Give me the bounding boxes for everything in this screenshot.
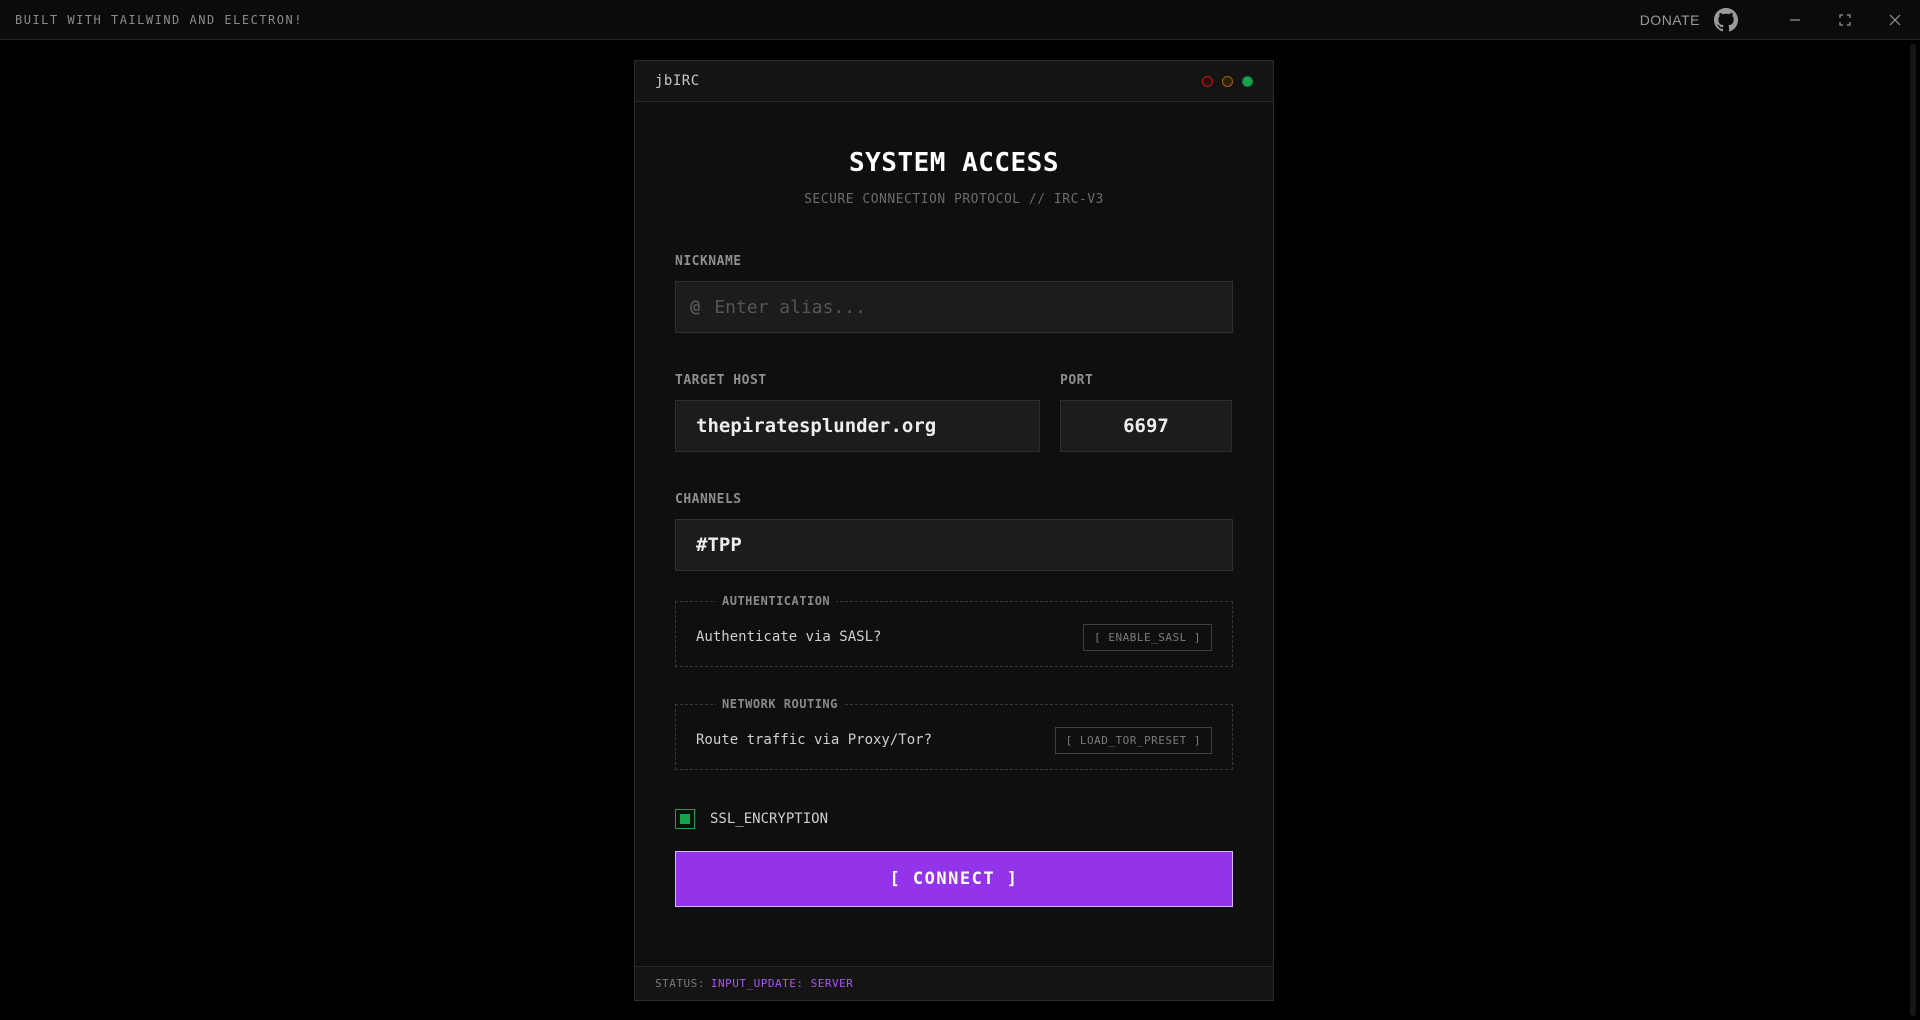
ssl-checkbox[interactable]: [675, 809, 695, 829]
load-tor-preset-button[interactable]: [ LOAD_TOR_PRESET ]: [1054, 726, 1212, 754]
window-title: jbIRC: [655, 73, 700, 89]
enable-sasl-button[interactable]: [ ENABLE_SASL ]: [1083, 623, 1212, 651]
brand-text: BUILT WITH TAILWIND AND ELECTRON!: [15, 12, 303, 27]
connect-wrap: [ CONNECT ]: [675, 851, 1233, 907]
auth-section: AUTHENTICATION Authenticate via SASL? [ …: [675, 594, 1233, 667]
routing-text: Route traffic via Proxy/Tor?: [696, 732, 933, 748]
green-dot-icon: [1242, 75, 1253, 87]
status-key: STATUS:: [655, 977, 705, 990]
port-label: PORT: [1060, 373, 1094, 388]
window-dots: [1202, 75, 1253, 87]
port-group: PORT 6697: [1060, 373, 1232, 452]
host-group: TARGET HOST thepiratesplunder.org: [675, 373, 1040, 452]
red-dot-icon: [1202, 75, 1213, 87]
yellow-dot-icon: [1222, 75, 1233, 87]
channels-label: CHANNELS: [675, 492, 742, 507]
host-port-row: TARGET HOST thepiratesplunder.org PORT 6…: [675, 373, 1233, 452]
routing-section: NETWORK ROUTING Route traffic via Proxy/…: [675, 697, 1233, 770]
connect-button[interactable]: [ CONNECT ]: [675, 851, 1233, 907]
ssl-label: SSL_ENCRYPTION: [710, 811, 829, 827]
maximize-button[interactable]: [1820, 0, 1870, 40]
connection-window: jbIRC SYSTEM ACCESS SECURE CONNECTION PR…: [634, 60, 1274, 1001]
checkbox-fill: [680, 814, 690, 824]
page-title: SYSTEM ACCESS: [849, 148, 1059, 178]
at-prefix: @: [690, 297, 701, 317]
routing-legend: NETWORK ROUTING: [722, 697, 838, 711]
auth-text: Authenticate via SASL?: [696, 629, 882, 645]
page-subtitle: SECURE CONNECTION PROTOCOL // IRC-V3: [804, 192, 1104, 207]
scrollbar-thumb[interactable]: [1910, 44, 1916, 1016]
title-bar: BUILT WITH TAILWIND AND ELECTRON! DONATE: [0, 0, 1920, 40]
form-content: SYSTEM ACCESS SECURE CONNECTION PROTOCOL…: [635, 148, 1273, 907]
minimize-button[interactable]: [1770, 0, 1820, 40]
host-label: TARGET HOST: [675, 373, 767, 388]
nickname-field: @: [675, 281, 1233, 333]
host-input[interactable]: thepiratesplunder.org: [675, 400, 1040, 452]
nickname-group: NICKNAME @: [675, 254, 1233, 333]
nickname-label: NICKNAME: [675, 254, 742, 269]
channels-input[interactable]: #TPP: [675, 519, 1233, 571]
ssl-option[interactable]: SSL_ENCRYPTION: [675, 809, 1233, 829]
channels-group: CHANNELS #TPP: [675, 492, 1233, 571]
minimize-icon: [1790, 18, 1800, 21]
donate-link[interactable]: DONATE: [1640, 12, 1700, 28]
nickname-input[interactable]: [714, 296, 1212, 318]
close-button[interactable]: [1870, 0, 1920, 40]
github-icon[interactable]: [1714, 7, 1738, 32]
port-input[interactable]: 6697: [1060, 400, 1232, 452]
status-value: INPUT_UPDATE: SERVER: [710, 977, 854, 990]
auth-legend: AUTHENTICATION: [722, 594, 831, 608]
status-bar: STATUS: INPUT_UPDATE: SERVER: [635, 966, 1273, 1000]
close-icon: [1889, 14, 1901, 25]
scrollbar[interactable]: [1906, 40, 1920, 1020]
maximize-icon: [1839, 13, 1851, 26]
window-header: jbIRC: [635, 61, 1273, 102]
title-bar-actions: DONATE: [1640, 0, 1920, 39]
